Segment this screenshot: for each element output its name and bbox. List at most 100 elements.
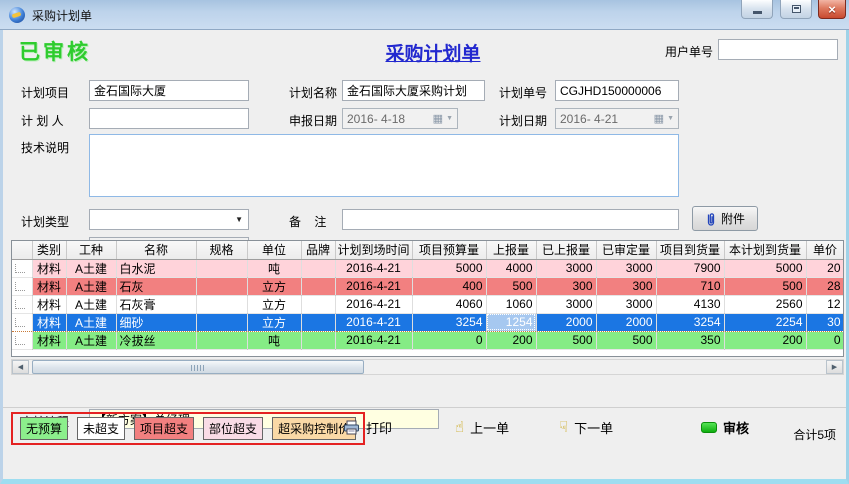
scrollbar-thumb[interactable]: [32, 360, 364, 374]
column-header[interactable]: 项目预算量: [412, 241, 486, 259]
grid-cell[interactable]: 3254: [656, 313, 724, 331]
user-no-input[interactable]: [718, 39, 838, 60]
grid-cell[interactable]: 材料: [32, 313, 66, 331]
grid-cell[interactable]: 0: [412, 331, 486, 349]
grid-cell[interactable]: A土建: [66, 295, 116, 313]
audit-button[interactable]: 审核: [701, 418, 749, 437]
scroll-left-button[interactable]: ◀: [12, 360, 29, 374]
chevron-down-icon[interactable]: ▼: [446, 115, 453, 122]
declare-date-picker[interactable]: 2016- 4-18 ▦ ▼: [342, 108, 458, 129]
grid-cell[interactable]: 3000: [536, 259, 596, 277]
grid-cell[interactable]: A土建: [66, 331, 116, 349]
close-button[interactable]: ×: [818, 0, 846, 19]
grid-cell[interactable]: 立方: [247, 313, 301, 331]
table-row[interactable]: 材料A土建白水泥吨2016-4-215000400030003000790050…: [12, 259, 844, 277]
grid-cell[interactable]: 材料: [32, 331, 66, 349]
grid-cell[interactable]: 28: [806, 277, 844, 295]
chevron-down-icon[interactable]: ▼: [667, 115, 674, 122]
column-header[interactable]: 类别: [32, 241, 66, 259]
grid-cell[interactable]: [196, 259, 247, 277]
grid-cell[interactable]: 冷拔丝: [116, 331, 196, 349]
grid-cell[interactable]: 500: [486, 277, 536, 295]
column-header[interactable]: 已审定量: [596, 241, 656, 259]
grid-cell[interactable]: 2254: [724, 313, 806, 331]
restore-button[interactable]: [780, 0, 812, 19]
grid-cell[interactable]: 2016-4-21: [335, 295, 412, 313]
grid-cell[interactable]: [301, 331, 335, 349]
planner-input[interactable]: [89, 108, 249, 129]
grid-cell[interactable]: [301, 313, 335, 331]
grid-cell[interactable]: 立方: [247, 295, 301, 313]
column-header[interactable]: 单位: [247, 241, 301, 259]
minimize-button[interactable]: [741, 0, 773, 19]
plan-date-picker[interactable]: 2016- 4-21 ▦ ▼: [555, 108, 679, 129]
tech-note-textarea[interactable]: [89, 134, 679, 197]
grid-cell[interactable]: 200: [724, 331, 806, 349]
table-row[interactable]: 材料A土建石灰膏立方2016-4-21406010603000300041302…: [12, 295, 844, 313]
column-header[interactable]: 计划到场时间: [335, 241, 412, 259]
grid-cell[interactable]: [196, 295, 247, 313]
plan-type-select[interactable]: ▼: [89, 209, 249, 230]
grid-cell[interactable]: 4130: [656, 295, 724, 313]
grid-cell[interactable]: 2016-4-21: [335, 313, 412, 331]
grid-cell[interactable]: 石灰: [116, 277, 196, 295]
grid-cell[interactable]: 立方: [247, 277, 301, 295]
grid-cell[interactable]: 5000: [724, 259, 806, 277]
grid-cell[interactable]: 3000: [536, 295, 596, 313]
table-row[interactable]: 材料A土建细砂立方2016-4-213254125420002000325422…: [12, 313, 844, 331]
grid-cell[interactable]: 材料: [32, 295, 66, 313]
grid-cell[interactable]: 2016-4-21: [335, 259, 412, 277]
grid-cell[interactable]: 吨: [247, 331, 301, 349]
grid-cell[interactable]: 1060: [486, 295, 536, 313]
column-header[interactable]: 规格: [196, 241, 247, 259]
grid-cell[interactable]: A土建: [66, 313, 116, 331]
grid-cell[interactable]: 吨: [247, 259, 301, 277]
grid-cell[interactable]: 2560: [724, 295, 806, 313]
plan-no-input[interactable]: [555, 80, 679, 101]
chevron-down-icon[interactable]: ▼: [235, 215, 243, 224]
grid-cell[interactable]: [301, 277, 335, 295]
grid-cell[interactable]: 350: [656, 331, 724, 349]
grid-cell[interactable]: 3254: [412, 313, 486, 331]
grid-cell[interactable]: 1254: [486, 313, 536, 331]
next-record-button[interactable]: ☟ 下一单: [559, 418, 613, 437]
grid-cell[interactable]: 710: [656, 277, 724, 295]
plan-items-grid[interactable]: 类别工种名称规格单位品牌计划到场时间项目预算量上报量已上报量已审定量项目到货量本…: [11, 240, 844, 357]
column-header[interactable]: 品牌: [301, 241, 335, 259]
grid-cell[interactable]: 2000: [596, 313, 656, 331]
column-header[interactable]: 本计划到货量: [724, 241, 806, 259]
title-bar[interactable]: 采购计划单 ×: [0, 0, 849, 30]
grid-cell[interactable]: A土建: [66, 259, 116, 277]
grid-cell[interactable]: 2016-4-21: [335, 277, 412, 295]
grid-cell[interactable]: 材料: [32, 277, 66, 295]
row-indicator[interactable]: [12, 331, 32, 349]
grid-cell[interactable]: 12: [806, 295, 844, 313]
column-header[interactable]: 上报量: [486, 241, 536, 259]
grid-cell[interactable]: 石灰膏: [116, 295, 196, 313]
grid-cell[interactable]: [301, 295, 335, 313]
grid-cell[interactable]: 5000: [412, 259, 486, 277]
row-indicator[interactable]: [12, 277, 32, 295]
attachment-button[interactable]: 附件: [692, 206, 758, 231]
grid-cell[interactable]: 细砂: [116, 313, 196, 331]
grid-cell[interactable]: 2000: [536, 313, 596, 331]
column-header[interactable]: 名称: [116, 241, 196, 259]
remark-input[interactable]: [342, 209, 679, 230]
table-row[interactable]: 材料A土建冷拔丝吨2016-4-2102005005003502000: [12, 331, 844, 349]
grid-cell[interactable]: 200: [486, 331, 536, 349]
grid-cell[interactable]: 30: [806, 313, 844, 331]
plan-project-input[interactable]: [89, 80, 249, 101]
grid-cell[interactable]: 300: [596, 277, 656, 295]
grid-cell[interactable]: [301, 259, 335, 277]
grid-cell[interactable]: 300: [536, 277, 596, 295]
row-indicator[interactable]: [12, 295, 32, 313]
grid-cell[interactable]: 500: [536, 331, 596, 349]
grid-cell[interactable]: 0: [806, 331, 844, 349]
grid-cell[interactable]: 500: [596, 331, 656, 349]
row-indicator[interactable]: [12, 259, 32, 277]
table-row[interactable]: 材料A土建石灰立方2016-4-2140050030030071050028: [12, 277, 844, 295]
grid-cell[interactable]: 20: [806, 259, 844, 277]
column-header[interactable]: 工种: [66, 241, 116, 259]
grid-cell[interactable]: 4060: [412, 295, 486, 313]
grid-cell[interactable]: 4000: [486, 259, 536, 277]
